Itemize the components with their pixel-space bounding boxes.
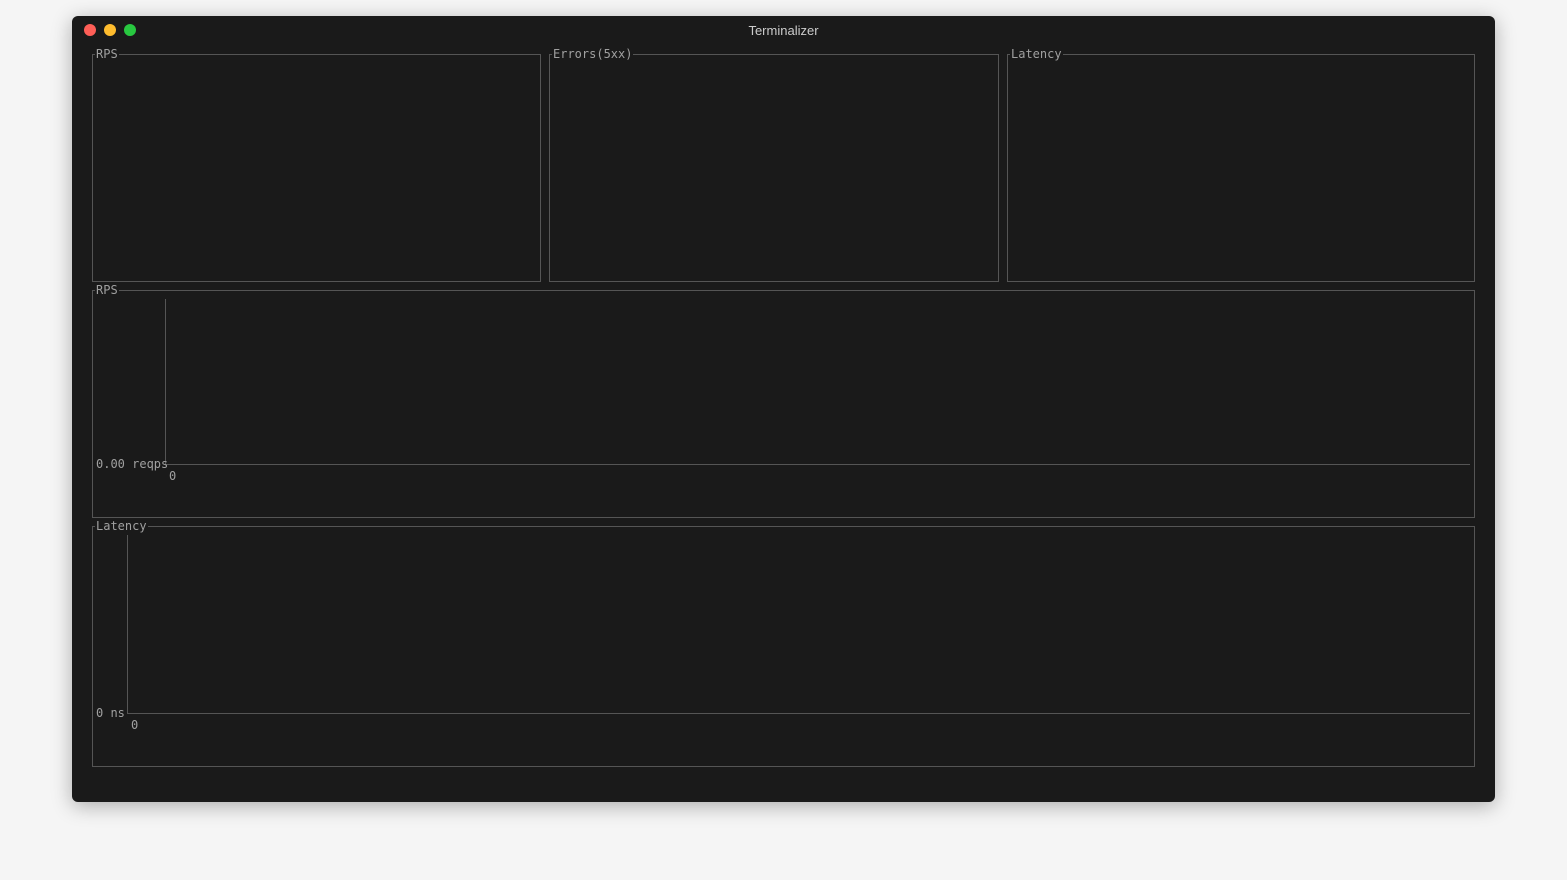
latency-chart-axes	[127, 535, 1470, 714]
latency-chart-panel: Latency 0 ns 0	[92, 526, 1475, 767]
latency-y-axis-label: 0 ns	[96, 706, 125, 722]
rps-chart-row: RPS 0.00 reqps 0	[92, 290, 1475, 518]
latency-panel: Latency	[1007, 54, 1475, 282]
traffic-lights	[84, 24, 136, 36]
panel-label: RPS	[95, 47, 119, 63]
rps-chart-panel: RPS 0.00 reqps 0	[92, 290, 1475, 518]
panel-label: Errors(5xx)	[552, 47, 633, 63]
rps-panel: RPS	[92, 54, 541, 282]
panel-label: Latency	[1010, 47, 1063, 63]
rps-x-axis-label: 0	[169, 469, 176, 485]
errors-panel: Errors(5xx)	[549, 54, 999, 282]
window-title: Terminalizer	[84, 23, 1483, 38]
panel-label: RPS	[95, 283, 119, 299]
latency-x-axis-label: 0	[131, 718, 138, 734]
maximize-icon[interactable]	[124, 24, 136, 36]
terminal-content: RPS Errors(5xx) Latency RPS 0.00 reqps 0…	[72, 44, 1495, 802]
rps-y-axis-label: 0.00 reqps	[96, 457, 168, 473]
minimize-icon[interactable]	[104, 24, 116, 36]
latency-chart-row: Latency 0 ns 0	[92, 526, 1475, 767]
panel-label: Latency	[95, 519, 148, 535]
close-icon[interactable]	[84, 24, 96, 36]
rps-chart-axes	[165, 299, 1470, 465]
titlebar: Terminalizer	[72, 16, 1495, 44]
terminal-window: Terminalizer RPS Errors(5xx) Latency RPS…	[72, 16, 1495, 802]
top-panels-row: RPS Errors(5xx) Latency	[92, 54, 1475, 282]
